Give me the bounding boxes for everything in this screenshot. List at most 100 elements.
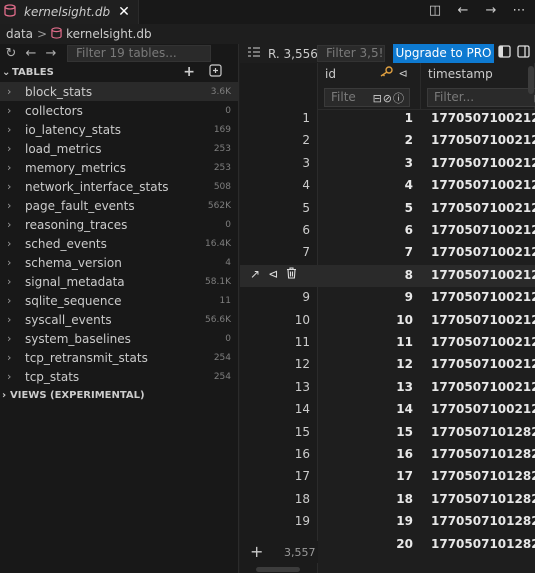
- column-header-timestamp[interactable]: timestamp Filter... ⊟: [421, 63, 535, 110]
- cell-timestamp[interactable]: 17705071012827: [431, 537, 535, 551]
- cell-timestamp[interactable]: 17705071002124: [431, 178, 535, 192]
- cell-id[interactable]: 1: [318, 111, 413, 125]
- breadcrumb-file[interactable]: kernelsight.db: [66, 27, 152, 41]
- tab-kernelsight[interactable]: kernelsight.db ✕: [0, 0, 139, 24]
- cell-timestamp[interactable]: 17705071012827: [431, 425, 535, 439]
- cell-id[interactable]: 17: [318, 469, 413, 483]
- table-row[interactable]: 17 17 17705071012827: [240, 466, 535, 488]
- upgrade-button[interactable]: Upgrade to PRO: [393, 44, 494, 63]
- forward-arrow-icon[interactable]: →: [41, 46, 61, 61]
- table-row[interactable]: 55 17705071002124: [240, 198, 535, 220]
- cell-timestamp[interactable]: 17705071002124: [431, 268, 535, 282]
- table-item-tcp-retransmit-stats[interactable]: › tcp_retransmit_stats 254: [0, 348, 238, 367]
- column-filter-input[interactable]: Filte ⊟⊘ⓘ: [324, 88, 410, 107]
- table-item-network-interface-stats[interactable]: › network_interface_stats 508: [0, 177, 238, 196]
- close-icon[interactable]: ✕: [118, 4, 130, 20]
- cell-id[interactable]: 8: [318, 268, 413, 282]
- table-item-schema-version[interactable]: › schema_version 4: [0, 253, 238, 272]
- cell-timestamp[interactable]: 17705071002124: [431, 357, 535, 371]
- more-icon[interactable]: ⋯: [511, 3, 527, 18]
- table-row[interactable]: 19 19 17705071012827: [240, 511, 535, 533]
- cell-timestamp[interactable]: 17705071002124: [431, 133, 535, 147]
- pin-row-icon[interactable]: ⊲: [268, 267, 278, 282]
- back-arrow-icon[interactable]: ←: [455, 3, 471, 18]
- cell-timestamp[interactable]: 17705071012827: [431, 447, 535, 461]
- filter-options-icon[interactable]: ⊟⊘ⓘ: [373, 90, 405, 106]
- cell-timestamp[interactable]: 17705071002124: [431, 290, 535, 304]
- cell-id[interactable]: 18: [318, 492, 413, 506]
- table-row[interactable]: ↗ ⊲ 8 17705071002124: [240, 264, 535, 287]
- refresh-icon[interactable]: ↻: [1, 46, 21, 61]
- table-row[interactable]: 22 17705071002124: [240, 130, 535, 152]
- vertical-scrollbar[interactable]: [528, 66, 534, 94]
- forward-arrow-icon[interactable]: →: [483, 3, 499, 18]
- pin-icon[interactable]: ⊲: [399, 67, 408, 80]
- back-arrow-icon[interactable]: ←: [21, 46, 41, 61]
- table-item-block-stats[interactable]: › block_stats 3.6K: [0, 82, 238, 101]
- split-editor-icon[interactable]: ◫: [427, 3, 443, 18]
- table-item-sched-events[interactable]: › sched_events 16.4K: [0, 234, 238, 253]
- table-row[interactable]: 11 17705071002124: [240, 108, 535, 130]
- table-row[interactable]: 12 12 17705071002124: [240, 354, 535, 376]
- cell-timestamp[interactable]: 17705071002124: [431, 402, 535, 416]
- cell-id[interactable]: 12: [318, 357, 413, 371]
- cell-timestamp[interactable]: 17705071002124: [431, 380, 535, 394]
- cell-id[interactable]: 19: [318, 514, 413, 528]
- table-item-memory-metrics[interactable]: › memory_metrics 253: [0, 158, 238, 177]
- table-row[interactable]: 10 10 17705071002124: [240, 310, 535, 332]
- cell-timestamp[interactable]: 17705071012827: [431, 514, 535, 528]
- table-row[interactable]: 66 17705071002124: [240, 220, 535, 242]
- add-table-icon[interactable]: +: [183, 64, 195, 81]
- table-item-io-latency-stats[interactable]: › io_latency_stats 169: [0, 120, 238, 139]
- table-item-signal-metadata[interactable]: › signal_metadata 58.1K: [0, 272, 238, 291]
- views-section-header[interactable]: › VIEWS (EXPERIMENTAL): [0, 386, 238, 405]
- delete-row-icon[interactable]: [286, 267, 297, 282]
- cell-id[interactable]: 14: [318, 402, 413, 416]
- cell-id[interactable]: 13: [318, 380, 413, 394]
- cell-id[interactable]: 16: [318, 447, 413, 461]
- table-item-tcp-stats[interactable]: › tcp_stats 254: [0, 367, 238, 386]
- cell-timestamp[interactable]: 17705071012827: [431, 492, 535, 506]
- cell-timestamp[interactable]: 17705071002124: [431, 335, 535, 349]
- cell-timestamp[interactable]: 17705071002124: [431, 223, 535, 237]
- breadcrumb-root[interactable]: data: [6, 27, 33, 41]
- cell-id[interactable]: 4: [318, 178, 413, 192]
- filter-tables-input[interactable]: Filter 19 tables...: [67, 45, 211, 62]
- cell-id[interactable]: 6: [318, 223, 413, 237]
- horizontal-scrollbar[interactable]: [256, 567, 300, 572]
- cell-id[interactable]: 20: [318, 537, 413, 551]
- table-item-sqlite-sequence[interactable]: › sqlite_sequence 11: [0, 291, 238, 310]
- filter-rows-input[interactable]: Filter 3,5!: [317, 45, 385, 62]
- expand-row-icon[interactable]: ↗: [250, 267, 260, 282]
- cell-id[interactable]: 2: [318, 133, 413, 147]
- cell-timestamp[interactable]: 17705071002124: [431, 313, 535, 327]
- cell-id[interactable]: 5: [318, 201, 413, 215]
- table-row[interactable]: 14 14 17705071002124: [240, 399, 535, 421]
- cell-id[interactable]: 7: [318, 245, 413, 259]
- table-row[interactable]: 44 17705071002124: [240, 175, 535, 197]
- table-item-syscall-events[interactable]: › syscall_events 56.6K: [0, 310, 238, 329]
- table-row[interactable]: 11 11 17705071002124: [240, 332, 535, 354]
- new-query-icon[interactable]: [209, 64, 222, 81]
- add-row-icon[interactable]: +: [250, 542, 263, 561]
- cell-id[interactable]: 11: [318, 335, 413, 349]
- table-row[interactable]: 18 18 17705071012827: [240, 489, 535, 511]
- cell-id[interactable]: 10: [318, 313, 413, 327]
- cell-timestamp[interactable]: 17705071002124: [431, 111, 535, 125]
- column-header-id[interactable]: id ⊲ Filte ⊟⊘ⓘ: [318, 63, 421, 110]
- cell-id[interactable]: 15: [318, 425, 413, 439]
- table-item-collectors[interactable]: › collectors 0: [0, 101, 238, 120]
- column-filter-input[interactable]: Filter... ⊟: [427, 88, 535, 107]
- table-row[interactable]: 16 16 17705071012827: [240, 444, 535, 466]
- table-row[interactable]: 15 15 17705071012827: [240, 422, 535, 444]
- table-item-load-metrics[interactable]: › load_metrics 253: [0, 139, 238, 158]
- cell-id[interactable]: 3: [318, 156, 413, 170]
- table-row[interactable]: 13 13 17705071002124: [240, 377, 535, 399]
- cell-id[interactable]: 9: [318, 290, 413, 304]
- cell-timestamp[interactable]: 17705071002124: [431, 201, 535, 215]
- panel-toggle-icon[interactable]: [517, 45, 530, 62]
- cell-timestamp[interactable]: 17705071002124: [431, 156, 535, 170]
- table-row[interactable]: 77 17705071002124: [240, 242, 535, 264]
- table-item-page-fault-events[interactable]: › page_fault_events 562K: [0, 196, 238, 215]
- cell-timestamp[interactable]: 17705071012827: [431, 469, 535, 483]
